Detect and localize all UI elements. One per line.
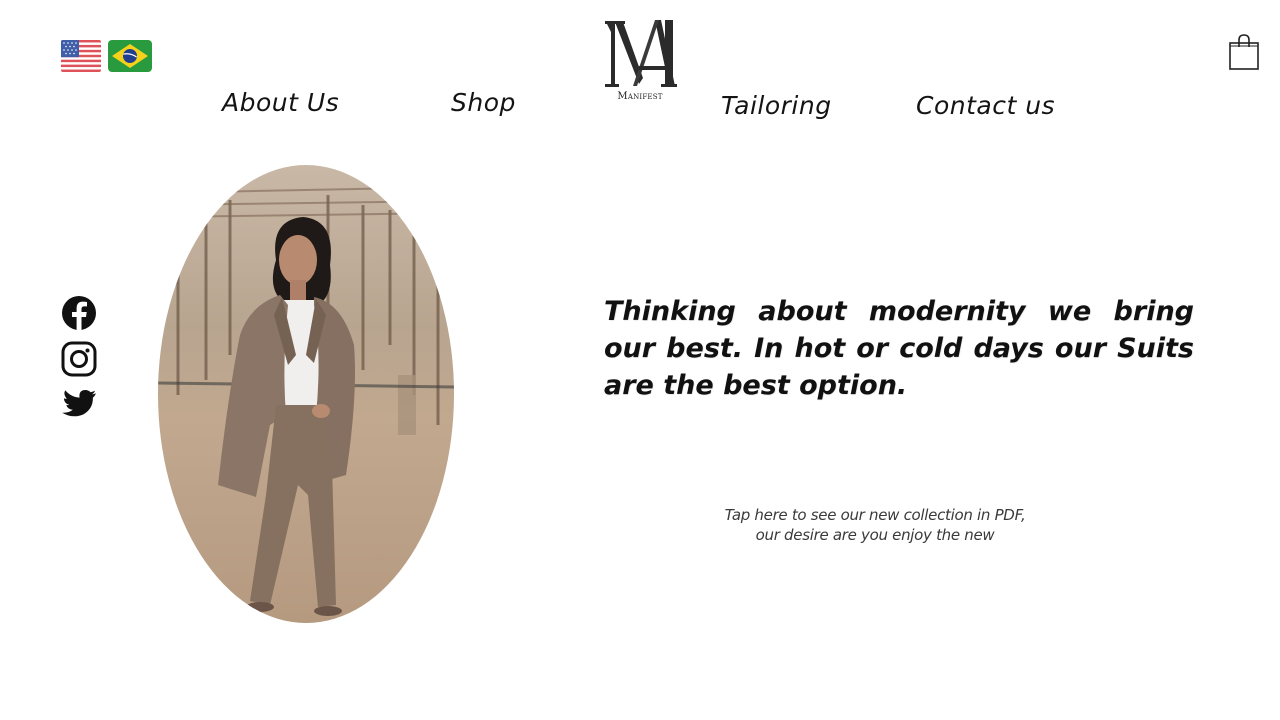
brand-name: Manifest [617,91,663,102]
us-flag-icon[interactable] [61,40,101,72]
twitter-icon[interactable] [60,385,98,423]
nav-about-us[interactable]: About Us [222,88,339,117]
nav-shop[interactable]: Shop [451,88,516,117]
shopping-bag-icon[interactable] [1226,33,1262,73]
instagram-icon[interactable] [60,340,98,378]
brand-logo[interactable]: Manifest [603,18,677,108]
nav-contact-us[interactable]: Contact us [916,91,1055,120]
brand-monogram-icon [605,20,677,87]
hero-headline: Thinking about modernity we bring our be… [604,296,1194,401]
collection-pdf-line-2: our desire are you enjoy the new [755,526,995,544]
facebook-icon[interactable] [60,294,98,332]
nav-tailoring[interactable]: Tailoring [721,91,832,120]
model-in-taupe-suit-photo [158,165,454,623]
collection-pdf-line-1: Tap here to see our new collection in PD… [724,506,1026,524]
brazil-flag-icon[interactable] [108,40,152,72]
collection-pdf-link[interactable]: Tap here to see our new collection in PD… [640,505,1110,545]
